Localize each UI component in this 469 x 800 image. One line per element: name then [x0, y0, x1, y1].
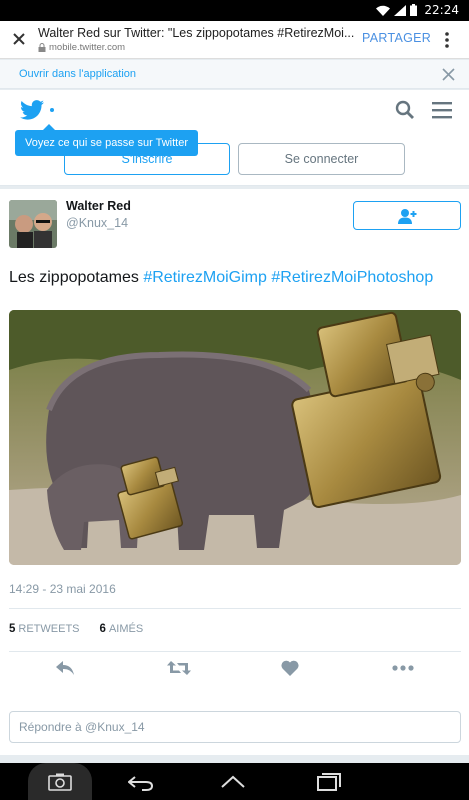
tweet-text-plain: Les zippopotames	[9, 269, 144, 286]
tweet-timestamp[interactable]: 14:29 - 23 mai 2016	[9, 582, 116, 596]
open-app-banner: Ouvrir dans l'application	[0, 60, 469, 89]
retweet-icon	[167, 661, 191, 675]
browser-toolbar: Walter Red sur Twitter: "Les zippopotame…	[0, 21, 469, 59]
lock-icon	[38, 43, 46, 52]
share-button[interactable]: PARTAGER	[362, 31, 431, 45]
login-button[interactable]: Se connecter	[238, 143, 405, 175]
divider	[9, 608, 461, 609]
follow-button[interactable]	[353, 201, 461, 230]
reply-button[interactable]	[55, 660, 75, 681]
user-handle[interactable]: @Knux_14	[66, 216, 128, 230]
divider	[9, 651, 461, 652]
recents-icon[interactable]	[317, 773, 341, 791]
hashtag-link[interactable]: #RetirezMoiPhotoshop	[271, 269, 433, 286]
close-icon[interactable]	[9, 29, 29, 49]
tweet-card: Walter Red @Knux_14 Les zippopotames #Re…	[0, 189, 469, 755]
tweet-actions	[0, 660, 469, 684]
header-tooltip: Voyez ce qui se passe sur Twitter	[15, 124, 198, 156]
reply-input[interactable]: Répondre à @Knux_14	[9, 711, 461, 743]
display-name[interactable]: Walter Red	[66, 199, 131, 213]
add-user-icon	[398, 209, 417, 224]
heart-icon	[281, 660, 299, 676]
battery-icon	[410, 4, 417, 16]
tweet-photo[interactable]	[9, 310, 461, 565]
back-icon[interactable]	[128, 775, 154, 791]
android-nav-bar	[0, 763, 469, 800]
status-time: 22:24	[424, 3, 459, 17]
reply-icon	[56, 661, 74, 675]
retweets-label: RETWEETS	[18, 623, 80, 635]
page-title: Walter Red sur Twitter: "Les zippopotame…	[38, 26, 355, 40]
page-url-text: mobile.twitter.com	[49, 42, 126, 53]
likes-label: AIMÉS	[108, 623, 144, 635]
avatar[interactable]	[9, 200, 57, 248]
hashtag-link[interactable]: #RetirezMoiGimp	[143, 269, 267, 286]
search-icon[interactable]	[395, 100, 415, 120]
retweet-button[interactable]	[167, 660, 191, 681]
camera-icon	[48, 773, 72, 791]
menu-icon[interactable]	[432, 101, 452, 119]
home-icon[interactable]	[220, 775, 246, 789]
retweets-count: 5	[9, 623, 16, 635]
like-button[interactable]	[281, 660, 299, 681]
status-icons	[376, 4, 417, 16]
more-actions-button[interactable]	[392, 660, 414, 681]
retweets-stat[interactable]: 5 RETWEETS	[9, 623, 80, 635]
twitter-bird-icon[interactable]	[20, 100, 44, 120]
likes-stat[interactable]: 6 AIMÉS	[100, 623, 144, 635]
tweet-text: Les zippopotames #RetirezMoiGimp #Retire…	[9, 269, 433, 287]
camera-button[interactable]	[28, 763, 92, 800]
open-app-link[interactable]: Ouvrir dans l'application	[19, 68, 136, 80]
signal-icon	[394, 4, 406, 16]
wifi-icon	[376, 5, 390, 16]
tweet-stats: 5 RETWEETS 6 AIMÉS	[9, 623, 143, 635]
status-bar: 22:24	[0, 0, 469, 21]
notification-dot	[50, 108, 54, 112]
more-options-icon[interactable]	[441, 30, 453, 50]
likes-count: 6	[99, 623, 106, 635]
page-url: mobile.twitter.com	[38, 42, 125, 53]
more-icon	[392, 665, 414, 671]
dismiss-banner-icon[interactable]	[441, 67, 456, 82]
